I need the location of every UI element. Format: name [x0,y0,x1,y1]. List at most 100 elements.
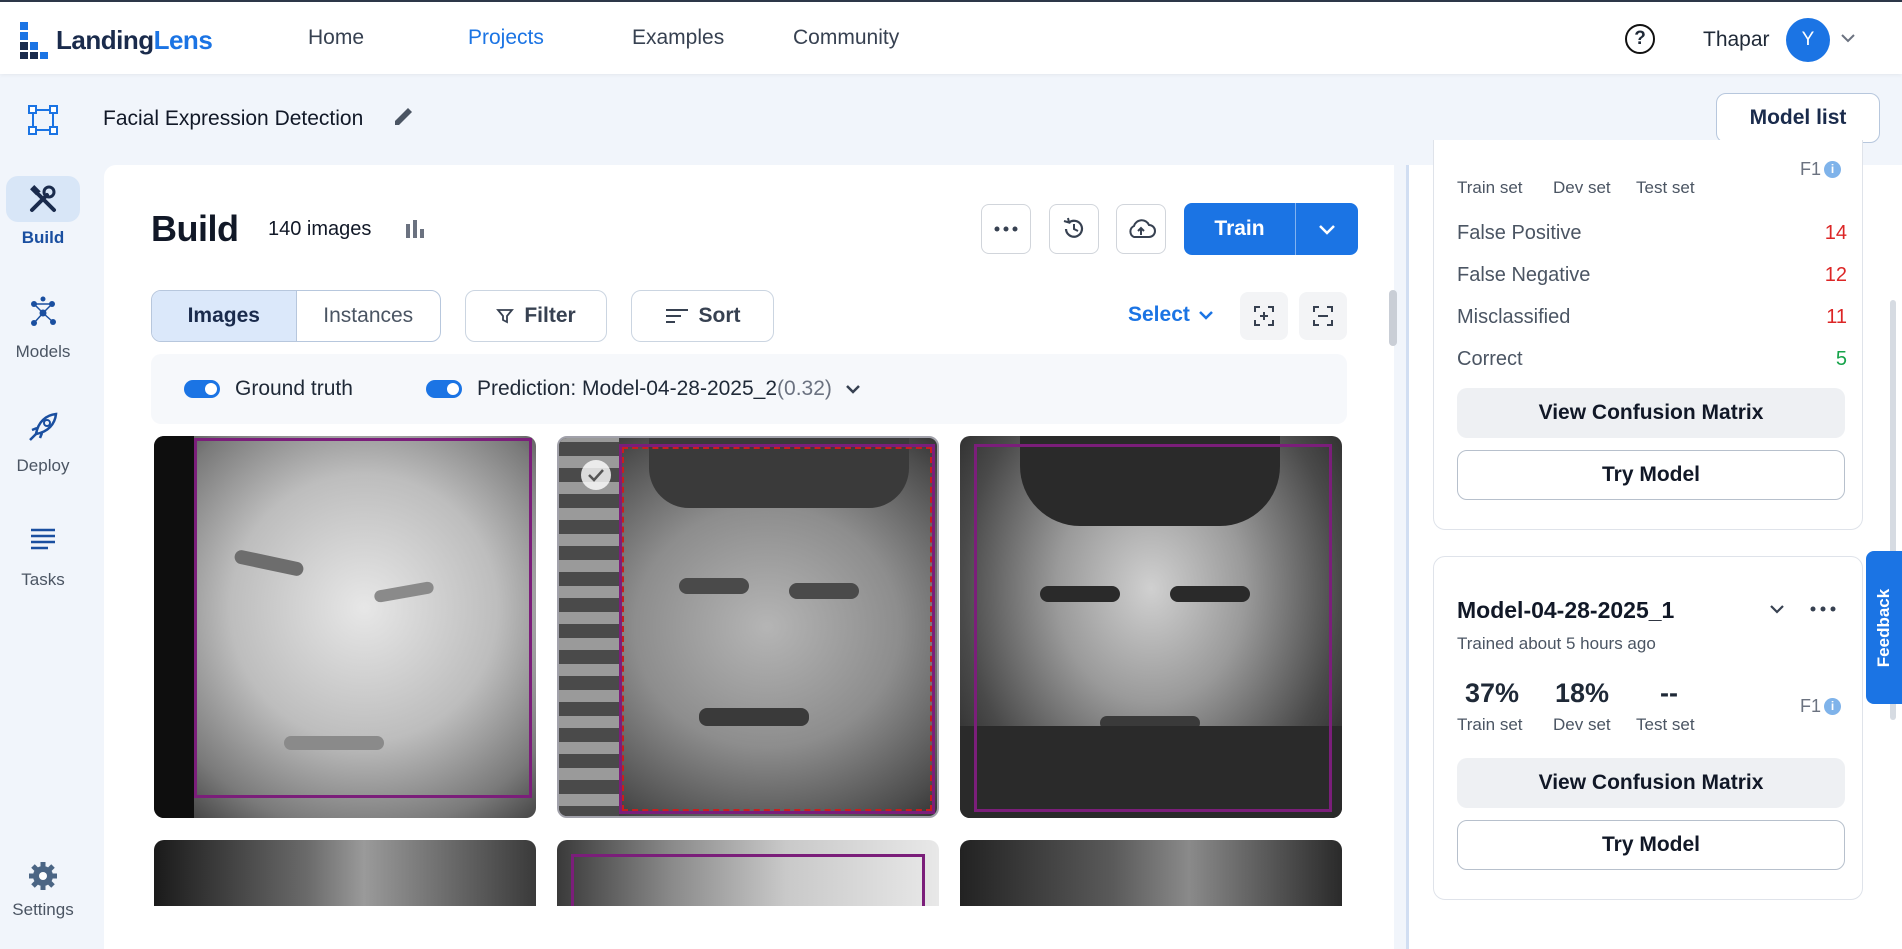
check-icon[interactable] [581,460,611,490]
test-set-value: -- [1660,678,1678,708]
filter-button[interactable]: Filter [465,290,607,342]
dev-set-label: Dev set [1553,178,1611,197]
upload-button[interactable] [1116,204,1166,254]
sidebar-item-build[interactable]: Build [0,176,86,248]
help-icon[interactable]: ? [1625,24,1655,54]
f1-label: F1 i [1800,159,1842,180]
trained-time: Trained about 5 hours ago [1457,634,1656,653]
sort-button[interactable]: Sort [631,290,774,342]
focus-select-button[interactable] [1240,292,1288,340]
more-dots-icon[interactable] [1810,606,1836,612]
page-title: Build [151,208,239,249]
gear-icon [6,858,80,894]
stat-false-negative: False Negative 12 [1457,264,1847,286]
ground-truth-box [194,438,532,798]
chevron-down-icon [1319,225,1335,235]
test-set-label: Test set [1636,715,1695,734]
focus-plus-icon [1254,306,1274,326]
try-model-button[interactable]: Try Model [1457,450,1845,500]
filter-icon [496,309,515,324]
nav-projects[interactable]: Projects [468,26,544,50]
ground-truth-label: Ground truth [235,377,353,400]
sort-label: Sort [698,304,741,327]
f1-label: F1 i [1800,696,1842,717]
nav-home[interactable]: Home [308,26,364,50]
dev-set-label: Dev set [1553,715,1611,734]
ground-truth-toggle[interactable] [184,380,220,398]
more-options-button[interactable] [981,204,1031,254]
view-confusion-matrix-button[interactable]: View Confusion Matrix [1457,388,1845,438]
feedback-label: Feedback [1874,588,1893,667]
train-set-label: Train set [1457,178,1523,197]
image-count: 140 images [268,218,372,240]
network-icon [6,290,80,336]
stat-misclassified: Misclassified 11 [1457,306,1847,328]
bar-chart-icon[interactable] [404,218,426,240]
chevron-down-icon [845,385,860,394]
train-label[interactable]: Train [1184,203,1296,255]
user-name: Thapar [1703,28,1770,51]
more-dots-icon [994,226,1018,232]
project-grid-icon[interactable] [27,104,59,136]
sidebar-label-models: Models [15,342,71,361]
chevron-down-icon[interactable] [1840,30,1856,46]
logo-text: LandingLens [56,24,213,55]
model-name: Model-04-28-2025_1 [1457,597,1675,623]
sidebar-item-settings[interactable]: Settings [0,858,86,920]
feedback-tab[interactable]: Feedback [1866,551,1902,704]
sidebar-label-build: Build [21,228,65,247]
try-model-button[interactable]: Try Model [1457,820,1845,870]
train-button[interactable]: Train [1184,203,1358,255]
image-thumbnail[interactable] [154,840,536,906]
sidebar-item-deploy[interactable]: Deploy [0,404,86,476]
info-icon[interactable]: i [1824,161,1842,178]
stat-false-positive: False Positive 14 [1457,222,1847,244]
image-thumbnail[interactable] [960,840,1342,906]
sidebar-item-tasks[interactable]: Tasks [0,518,86,590]
prediction-label[interactable]: Prediction: Model-04-28-2025_2(0.32) [477,377,862,401]
sort-icon [665,309,688,323]
sidebar-item-models[interactable]: Models [0,290,86,362]
tab-instances[interactable]: Instances [297,291,441,341]
top-nav: LandingLens Home Projects Examples Commu… [0,0,1902,74]
chevron-down-icon[interactable] [1768,603,1786,615]
prediction-toggle[interactable] [426,380,462,398]
history-icon [1063,217,1084,238]
image-thumbnail[interactable] [154,436,536,818]
scan-icon [1313,306,1333,326]
tab-images[interactable]: Images [152,291,297,341]
history-button[interactable] [1049,204,1099,254]
view-toggle: Images Instances [151,290,441,342]
prediction-model: Prediction: Model-04-28-2025_2 [477,377,778,400]
chevron-down-icon [1198,311,1213,320]
sidebar-label-settings: Settings [12,900,74,919]
landinglens-logo[interactable]: LandingLens [18,20,213,60]
prediction-threshold: (0.32) [777,377,832,400]
train-dropdown[interactable] [1296,203,1358,255]
avatar[interactable]: Y [1786,18,1830,62]
dev-set-value: 18% [1555,678,1610,708]
select-dropdown[interactable]: Select [1128,303,1214,327]
edit-pencil-icon[interactable] [392,104,416,128]
tools-icon [6,176,80,222]
train-set-value: 37% [1465,678,1520,708]
train-set-label: Train set [1457,715,1523,734]
ground-truth-box [571,854,925,906]
nav-community[interactable]: Community [793,26,899,50]
view-confusion-matrix-button[interactable]: View Confusion Matrix [1457,758,1845,808]
image-thumbnail[interactable] [960,436,1342,818]
ground-truth-box [974,444,1332,812]
cloud-upload-icon [1129,219,1156,238]
nav-examples[interactable]: Examples [632,26,724,50]
display-toggles: Ground truth Prediction: Model-04-28-202… [151,354,1347,424]
image-thumbnail[interactable] [557,840,939,906]
sidebar-label-tasks: Tasks [21,570,65,589]
stat-correct: Correct 5 [1457,348,1847,370]
model-list-button[interactable]: Model list [1716,93,1880,143]
scrollbar[interactable] [1389,290,1397,346]
image-thumbnail[interactable] [557,436,939,818]
info-icon[interactable]: i [1824,698,1842,715]
prediction-box [622,447,932,811]
scan-button[interactable] [1299,292,1347,340]
filter-label: Filter [524,304,576,327]
